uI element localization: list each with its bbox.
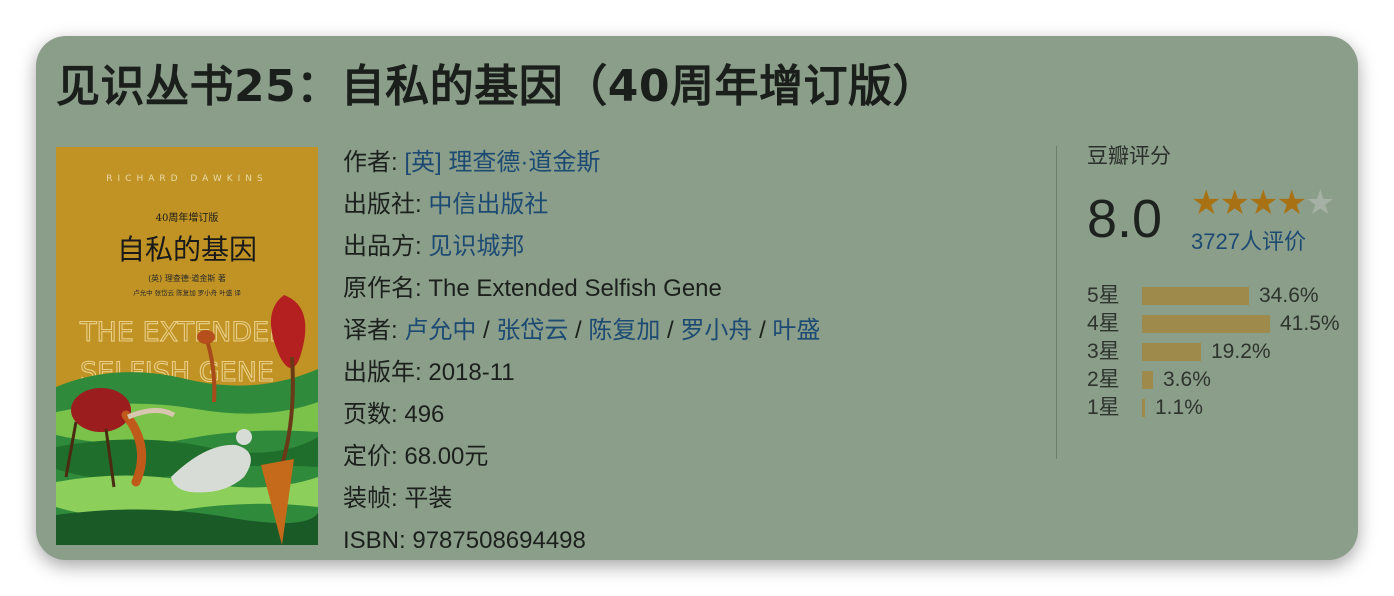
price-value: 68.00元 (404, 443, 489, 470)
translator-link[interactable]: 卢允中 (404, 317, 476, 344)
book-info: 作者: [英] 理查德·道金斯 出版社: 中信出版社 出品方: 见识城邦 原作名… (343, 142, 1023, 560)
pages-label: 页数: (343, 401, 398, 428)
info-row-binding: 装帧: 平装 (343, 478, 1023, 520)
original-title-value: The Extended Selfish Gene (428, 275, 722, 302)
distribution-star-label: 5星 (1087, 284, 1120, 307)
distribution-star-label: 4星 (1087, 312, 1120, 335)
publisher-link[interactable]: 中信出版社 (428, 191, 548, 218)
star-filled-icon: ★ (1247, 184, 1279, 222)
info-row-author: 作者: [英] 理查德·道金斯 (343, 142, 1023, 184)
distribution-bar (1142, 371, 1153, 389)
star-filled-icon: ★ (1276, 184, 1307, 222)
translator-link[interactable]: 陈复加 (588, 317, 660, 344)
publisher-label: 出版社: (343, 191, 422, 218)
distribution-star-label: 3星 (1087, 340, 1120, 363)
pages-value: 496 (404, 401, 445, 428)
year-value: 2018-11 (428, 359, 515, 386)
rating-distribution: 5星 34.6% 4星 41.5% 3星 19.2% 2星 3.6% 1星 1.1% (1087, 282, 1347, 422)
translator-separator: / (575, 317, 582, 344)
info-row-year: 出版年: 2018-11 (343, 352, 1023, 394)
distribution-star-label: 2星 (1087, 368, 1120, 391)
distribution-row: 1星 1.1% (1087, 394, 1347, 422)
info-row-publisher: 出版社: 中信出版社 (343, 184, 1023, 226)
distribution-bar (1142, 287, 1249, 305)
cover-author-cn: (英) 理查德·道金斯 著 (148, 273, 226, 283)
producer-label: 出品方: (343, 233, 422, 260)
cover-title-cn: 自私的基因 (117, 233, 257, 266)
distribution-percent: 1.1% (1155, 396, 1203, 419)
book-title: 见识丛书25：自私的基因（40周年增订版） (56, 61, 937, 112)
book-cover-image[interactable]: RICHARD DAWKINS 40周年增订版 自私的基因 (英) 理查德·道金… (56, 147, 318, 545)
rating-panel: 豆瓣评分 8.0 ★★★★★ 3727人评价 5星 34.6% 4星 41.5% 3星 1… (1087, 142, 1347, 422)
distribution-percent: 34.6% (1259, 284, 1319, 307)
rating-stars: ★★★★★ (1191, 184, 1336, 222)
distribution-percent: 41.5% (1280, 312, 1340, 335)
book-card: 见识丛书25：自私的基因（40周年增订版） RICHARD DAWKINS 40… (36, 36, 1358, 560)
author-link[interactable]: [英] 理查德·道金斯 (404, 149, 600, 176)
original-title-label: 原作名: (343, 275, 422, 302)
distribution-star-label: 1星 (1087, 396, 1120, 419)
distribution-percent: 19.2% (1211, 340, 1271, 363)
translator-link[interactable]: 罗小舟 (680, 317, 752, 344)
rating-score: 8.0 (1087, 189, 1163, 249)
cover-translators: 卢允中 张岱云 陈复加 罗小舟 叶盛 译 (133, 288, 241, 297)
rating-count-link[interactable]: 3727人评价 (1191, 224, 1306, 256)
binding-value: 平装 (404, 485, 453, 512)
info-row-translators: 译者: 卢允中 / 张岱云 / 陈复加 / 罗小舟 / 叶盛 (343, 310, 1023, 352)
translator-separator: / (483, 317, 490, 344)
translator-separator: / (759, 317, 766, 344)
cover-edition: 40周年增订版 (156, 211, 219, 224)
translator-link[interactable]: 张岱云 (496, 317, 568, 344)
info-row-original-title: 原作名: The Extended Selfish Gene (343, 268, 1023, 310)
translator-link[interactable]: 叶盛 (772, 317, 820, 344)
distribution-row: 5星 34.6% (1087, 282, 1347, 310)
author-label: 作者: (343, 149, 398, 176)
star-empty-icon: ★ (1304, 184, 1336, 222)
translators-label: 译者: (343, 317, 398, 344)
translator-separator: / (667, 317, 674, 344)
cover-title-en-1: THE EXTENDED (79, 317, 290, 348)
isbn-value: 9787508694498 (412, 527, 586, 554)
distribution-bar (1142, 343, 1201, 361)
distribution-row: 2星 3.6% (1087, 366, 1347, 394)
distribution-row: 4星 41.5% (1087, 310, 1347, 338)
cover-artwork: RICHARD DAWKINS 40周年增订版 自私的基因 (英) 理查德·道金… (56, 147, 318, 545)
section-divider (1056, 146, 1057, 459)
year-label: 出版年: (343, 359, 422, 386)
producer-link[interactable]: 见识城邦 (428, 233, 524, 260)
rating-label: 豆瓣评分 (1087, 145, 1171, 168)
info-row-price: 定价: 68.00元 (343, 436, 1023, 478)
info-row-producer: 出品方: 见识城邦 (343, 226, 1023, 268)
distribution-row: 3星 19.2% (1087, 338, 1347, 366)
distribution-bar (1142, 315, 1270, 333)
info-row-pages: 页数: 496 (343, 394, 1023, 436)
score-row: 8.0 ★★★★★ 3727人评价 (1087, 184, 1347, 254)
info-row-isbn: ISBN: 9787508694498 (343, 520, 1023, 560)
star-filled-icon: ★ (1191, 184, 1222, 222)
cover-author-en: RICHARD DAWKINS (106, 174, 268, 184)
distribution-percent: 3.6% (1163, 368, 1211, 391)
distribution-bar (1142, 399, 1145, 417)
price-label: 定价: (343, 443, 398, 470)
binding-label: 装帧: (343, 485, 398, 512)
star-filled-icon: ★ (1219, 184, 1250, 222)
isbn-label: ISBN: (343, 527, 406, 554)
